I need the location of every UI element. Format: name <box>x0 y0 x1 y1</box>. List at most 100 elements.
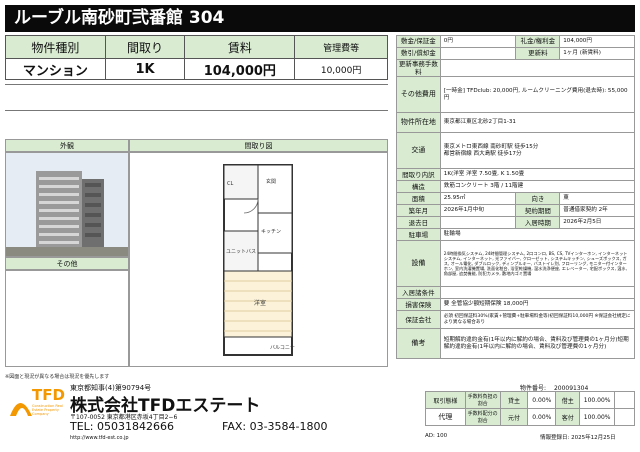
summary-table: 物件種別 間取り 賃料 管理費等 マンション 1K 104,000円 10,00… <box>5 35 388 80</box>
insurance-value: 要 全管協少額短期保険 18,000円 <box>439 298 636 312</box>
header-type: 物件種別 <box>5 35 106 59</box>
direction-label: 向き <box>515 192 561 206</box>
contract-label: 契約期間 <box>515 204 561 218</box>
summary-value-row: マンション 1K 104,000円 10,000円 <box>5 58 388 80</box>
other-costs-label: その他費用 <box>396 76 441 114</box>
renewal-fee-label: 更新事務手数料 <box>396 58 441 78</box>
row-guarantor: 入居諸条件 <box>396 286 636 300</box>
row-renewal-fee: 更新事務手数料 <box>396 58 636 78</box>
fee-burden-label: 手数料負担の割合 <box>464 391 501 409</box>
fp-balcony-text: バルコニー <box>270 345 295 351</box>
party-b-value: 100.00% <box>579 408 616 426</box>
ad-value: 100 <box>436 433 448 439</box>
renewal-label: 更新料 <box>515 47 561 60</box>
renewal-value: 1ヶ月 (新賃料) <box>559 47 635 60</box>
header-fee: 管理費等 <box>294 35 388 59</box>
parking-value: 駐輪場 <box>439 228 636 242</box>
row-moveout: 退去日 入居時期 2026年2月5日 <box>396 216 635 230</box>
layout-detail-value: 1K(洋室 洋室 7.50畳, K 1.50畳 <box>439 168 636 182</box>
equipment-value: 24時間換気システム, 24時間管理システム, 2口コンロ, BS, CS, T… <box>439 240 636 288</box>
row-deposit: 敷金/保証金 0円 礼金/権利金 104,000円 <box>396 35 635 48</box>
spacer-cell <box>614 391 635 409</box>
moveout-value <box>439 216 517 230</box>
row-area: 面積 25.95㎡ 向き 東 <box>396 192 635 206</box>
area-label: 面積 <box>396 192 441 206</box>
row-insurance: 損害保険 要 全管協少額短期保険 18,000円 <box>396 298 636 312</box>
transaction-table: 取引態様 手数料負担の割合 貸主 0.00% 借主 100.00% 代理 手数料… <box>425 391 635 426</box>
guarantee-label: 保証会社 <box>396 310 441 330</box>
movein-value: 2026年2月5日 <box>559 216 635 230</box>
renewal-fee-value <box>439 58 636 78</box>
structure-label: 構造 <box>396 180 441 194</box>
guarantor-label: 入居諸条件 <box>396 286 441 300</box>
party-a-value: 0.00% <box>527 391 557 409</box>
spacer-cell <box>614 408 635 426</box>
header-rent: 賃料 <box>184 35 296 59</box>
details-table: 敷金/保証金 0円 礼金/権利金 104,000円 敷引/償却金 更新料 1ヶ月… <box>396 35 636 360</box>
fp-room-text: 洋室 <box>254 299 266 307</box>
address-value: 東京都江東区北砂2丁目1-31 <box>439 112 636 134</box>
parking-label: 駐車場 <box>396 228 441 242</box>
value-fee: 10,000円 <box>294 58 388 80</box>
layout-detail-label: 間取り内訳 <box>396 168 441 182</box>
remarks-label: 備考 <box>396 328 441 360</box>
value-layout: 1K <box>104 58 186 80</box>
row-amortization: 敷引/償却金 更新料 1ヶ月 (新賃料) <box>396 47 635 60</box>
company-fax: FAX: 03-3584-1800 <box>222 420 328 433</box>
other-label: その他 <box>5 257 129 270</box>
party-b-label: 客付 <box>555 408 581 426</box>
registered-label: 情報登録日: <box>540 435 570 441</box>
moveout-label: 退去日 <box>396 216 441 230</box>
fp-entrance-text: 玄関 <box>266 178 276 185</box>
row-other-costs: その他費用 [一時金] TFDclub: 20,000円, ルームクリーニング費… <box>396 76 636 114</box>
address-label: 物件所在地 <box>396 112 441 134</box>
row-parking: 駐車場 駐輪場 <box>396 228 636 242</box>
party-b-label: 借主 <box>555 391 581 409</box>
transport-label: 交通 <box>396 132 441 170</box>
logo-subtext: Construction Real Estate Property Compan… <box>32 404 63 417</box>
fee-share-label: 手数料配分の割合 <box>464 408 501 426</box>
exterior-photo <box>5 152 129 257</box>
deposit-value: 0円 <box>439 35 517 48</box>
registered-value: 2025年12月25日 <box>571 435 616 441</box>
party-a-value: 0.00% <box>527 408 557 426</box>
row-guarantee: 保証会社 必須 初回保証料30%(家賃+管理費+駐車場料金等)初回保証料10,0… <box>396 310 636 330</box>
exterior-label: 外観 <box>5 139 129 152</box>
page-title: ルーブル南砂町弐番館 304 <box>5 5 635 32</box>
remarks-value: 短期解約違約金有(1年以内に解約の場合、賃料及び管理費の1ヶ月分)短期解約違約金… <box>439 328 636 360</box>
key-money-value: 104,000円 <box>559 35 635 48</box>
party-b-value: 100.00% <box>579 391 616 409</box>
party-a-label: 元付 <box>499 408 529 426</box>
transport-line: 東京メトロ東西線 南砂町駅 徒歩15分 <box>443 143 539 150</box>
row-remarks: 備考 短期解約違約金有(1年以内に解約の場合、賃料及び管理費の1ヶ月分)短期解約… <box>396 328 636 360</box>
guarantor-value <box>439 286 636 300</box>
header-layout: 間取り <box>104 35 186 59</box>
equipment-label: 設備 <box>396 240 441 288</box>
transport-value: 東京メトロ東西線 南砂町駅 徒歩15分 都営新宿線 西大島駅 徒歩17分 <box>439 132 636 170</box>
logo-text: TFD <box>32 386 65 404</box>
transaction-row: 取引態様 手数料負担の割合 貸主 0.00% 借主 100.00% <box>425 391 635 409</box>
other-area <box>5 270 129 367</box>
value-type: マンション <box>5 58 106 80</box>
mode-value: 代理 <box>425 408 466 426</box>
built-label: 築年月 <box>396 204 441 218</box>
divider <box>5 84 388 85</box>
row-built: 築年月 2026年1月中旬 契約期間 普通借家契約 2年 <box>396 204 635 218</box>
amortization-value <box>439 47 517 60</box>
divider <box>5 110 388 111</box>
contract-value: 普通借家契約 2年 <box>559 204 635 218</box>
row-address: 物件所在地 東京都江東区北砂2丁目1-31 <box>396 112 636 134</box>
ad-info: AD: 100 <box>425 433 447 439</box>
floorplan-image: 玄関 キッチン ユニットバス 洋室 バルコニー CL <box>129 152 388 367</box>
company-tel: TEL: 05031842666 <box>70 420 174 433</box>
value-rent: 104,000円 <box>184 58 296 80</box>
ad-label: AD: <box>425 433 435 439</box>
row-equipment: 設備 24時間換気システム, 24時間管理システム, 2口コンロ, BS, CS… <box>396 240 636 288</box>
built-value: 2026年1月中旬 <box>439 204 517 218</box>
direction-value: 東 <box>559 192 635 206</box>
deposit-label: 敷金/保証金 <box>396 35 441 48</box>
floorplan-drawing: 玄関 キッチン ユニットバス 洋室 バルコニー CL <box>223 164 295 356</box>
amortization-label: 敷引/償却金 <box>396 47 441 60</box>
row-transport: 交通 東京メトロ東西線 南砂町駅 徒歩15分 都営新宿線 西大島駅 徒歩17分 <box>396 132 636 170</box>
summary-header-row: 物件種別 間取り 賃料 管理費等 <box>5 35 388 59</box>
